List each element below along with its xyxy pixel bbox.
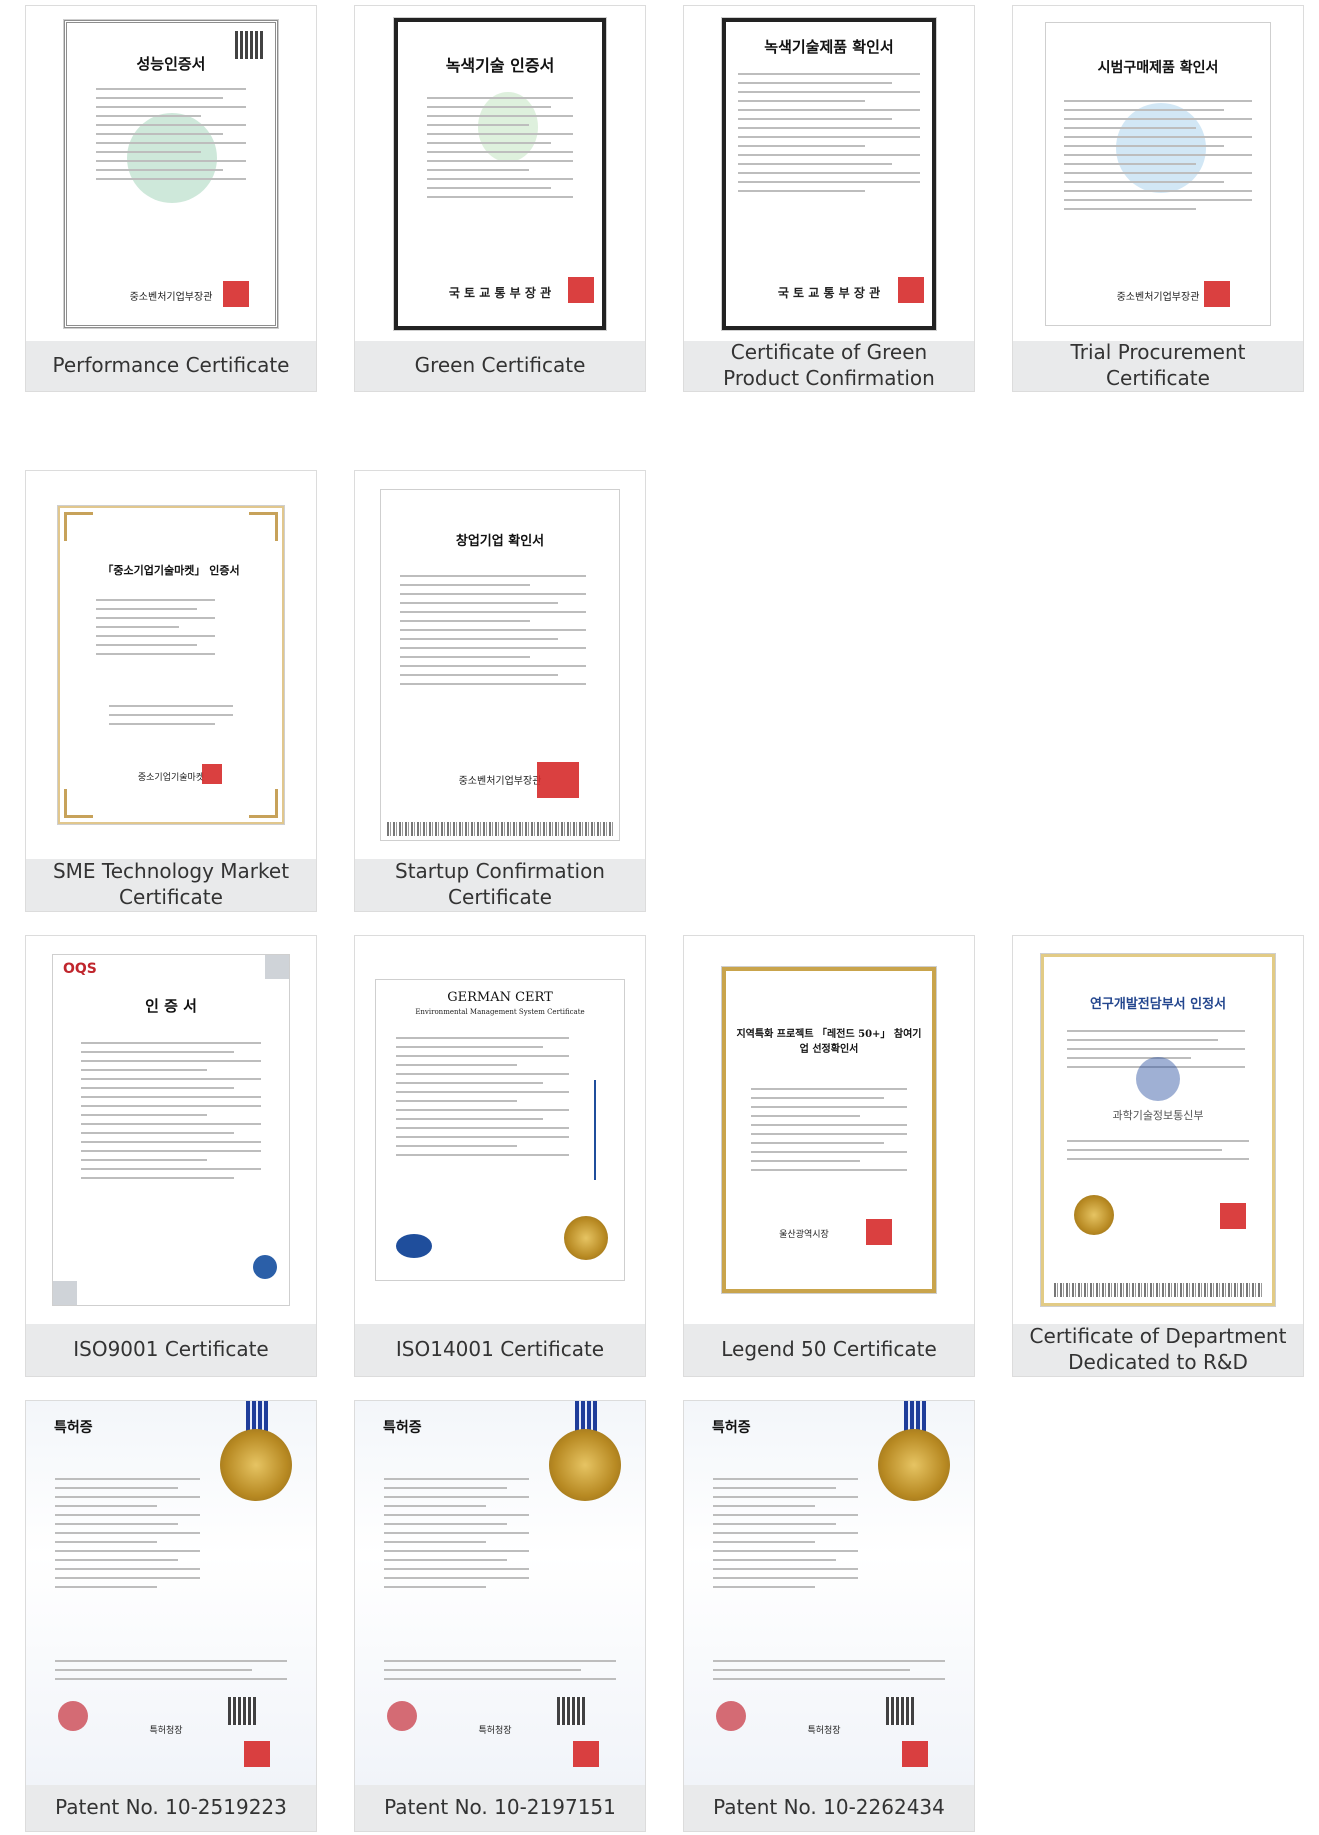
certificate-image: 성능인증서 중소벤처기업부장관 [26,6,316,341]
certificate-card-patent-2262434[interactable]: 특허증 특허청장 Patent No. 10-2262434 [683,1400,975,1832]
certificate-image: 특허증 특허청장 [684,1401,974,1785]
certificate-image: 녹색기술 인증서 국 토 교 통 부 장 관 [355,6,645,341]
certificate-caption: Trial Procurement Certificate [1070,340,1246,390]
certificate-caption: Certificate of Green Product Confirmatio… [723,340,935,390]
certificate-card-iso9001[interactable]: OQS 인 증 서 ISO9001 Certificate [25,935,317,1377]
certificate-caption: Performance Certificate [52,353,290,377]
certificate-card-green-product[interactable]: 녹색기술제품 확인서 국 토 교 통 부 장 관 Certificate of … [683,5,975,392]
certificate-card-sme-technology-market[interactable]: 「중소기업기술마켓」 인증서 중소기업기술마켓 SME Technology M… [25,470,317,912]
certificate-caption: Legend 50 Certificate [721,1337,937,1361]
certificate-card-rnd-department[interactable]: 연구개발전담부서 인정서 과학기술정보통신부 Certificate of De… [1012,935,1304,1377]
certificate-caption: SME Technology Market Certificate [52,859,290,909]
certificate-caption: Patent No. 10-2519223 [55,1795,287,1819]
certificate-card-patent-2519223[interactable]: 특허증 특허청장 Patent No. 10-2519223 [25,1400,317,1832]
certificate-card-green[interactable]: 녹색기술 인증서 국 토 교 통 부 장 관 Green Certificate [354,5,646,392]
certificate-caption: Certificate of Department Dedicated to R… [1029,1324,1287,1374]
certificate-image: 특허증 특허청장 [355,1401,645,1785]
certificate-image: 지역특화 프로젝트 「레전드 50+」 참여기업 선정확인서 울산광역시장 [684,936,974,1324]
certificate-image: 연구개발전담부서 인정서 과학기술정보통신부 [1013,936,1303,1324]
certificate-card-iso14001[interactable]: GERMAN CERT Environmental Management Sys… [354,935,646,1377]
certificate-image: 시범구매제품 확인서 중소벤처기업부장관 [1013,6,1303,341]
certificate-image: 창업기업 확인서 중소벤처기업부장관 [355,471,645,859]
certificate-card-legend-50[interactable]: 지역특화 프로젝트 「레전드 50+」 참여기업 선정확인서 울산광역시장 Le… [683,935,975,1377]
certificate-image: 녹색기술제품 확인서 국 토 교 통 부 장 관 [684,6,974,341]
certificate-card-performance[interactable]: 성능인증서 중소벤처기업부장관 Performance Certificate [25,5,317,392]
certificate-image: GERMAN CERT Environmental Management Sys… [355,936,645,1324]
certificate-caption: Startup Confirmation Certificate [395,859,605,909]
certificate-image: 특허증 특허청장 [26,1401,316,1785]
certificate-caption: Patent No. 10-2262434 [713,1795,945,1819]
certificate-card-trial-procurement[interactable]: 시범구매제품 확인서 중소벤처기업부장관 Trial Procurement C… [1012,5,1304,392]
certificate-caption: ISO14001 Certificate [395,1337,605,1361]
certificate-image: 「중소기업기술마켓」 인증서 중소기업기술마켓 [26,471,316,859]
certificate-caption: ISO9001 Certificate [73,1337,269,1361]
certificate-card-startup-confirmation[interactable]: 창업기업 확인서 중소벤처기업부장관 Startup Confirmation … [354,470,646,912]
certificate-caption: Green Certificate [414,353,586,377]
certificate-image: OQS 인 증 서 [26,936,316,1324]
certificate-card-patent-2197151[interactable]: 특허증 특허청장 Patent No. 10-2197151 [354,1400,646,1832]
certificate-caption: Patent No. 10-2197151 [384,1795,616,1819]
certificate-gallery: 성능인증서 중소벤처기업부장관 Performance Certificate … [0,0,1319,1835]
